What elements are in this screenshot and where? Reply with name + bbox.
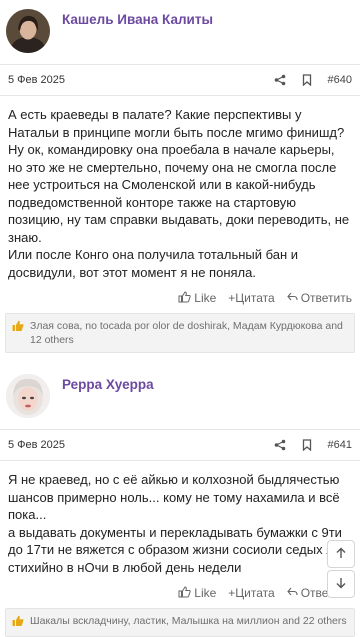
post: Кашель Ивана Калиты 5 Фев 2025 #640 А ес… [0,0,360,353]
quote-button[interactable]: +Цитата [228,291,274,305]
post-meta: 5 Фев 2025 #640 [0,64,360,96]
quote-button[interactable]: +Цитата [228,586,274,600]
post-meta: 5 Фев 2025 #641 [0,429,360,461]
post-actions: Like +Цитата Ответить [0,281,360,307]
post-number[interactable]: #641 [328,439,352,451]
reply-icon [286,291,298,305]
quote-label: +Цитата [228,586,275,600]
post-date[interactable]: 5 Фев 2025 [8,74,274,86]
arrow-up-icon [335,546,347,562]
post-paragraph: Ну ок, командировку она проебала в начал… [8,142,350,245]
reply-icon [286,586,298,600]
post-paragraph: Я не краевед, но с её айкью и колхозной … [8,472,340,522]
post-paragraph: Или после Конго она получила тотальный б… [8,247,299,280]
scroll-up-button[interactable] [327,540,355,568]
post-date[interactable]: 5 Фев 2025 [8,439,274,451]
post-body: А есть краеведы в палате? Какие перспект… [0,96,360,281]
like-label: Like [194,291,217,305]
post-paragraph: А есть краеведы в палате? Какие перспект… [8,107,345,140]
thumbs-up-icon [178,290,191,306]
like-button[interactable]: Like [178,585,217,601]
likes-text: Злая сова, no tocada por olor de doshira… [30,320,343,346]
likes-text: Шакалы вскладчину, ластик, Малышка на ми… [30,615,347,627]
reply-button[interactable]: Ответить [286,291,352,305]
share-icon[interactable] [274,439,286,451]
likes-summary[interactable]: Шакалы вскладчину, ластик, Малышка на ми… [5,608,355,637]
author-row: Рерра Хуерра [0,365,360,421]
thumbs-up-icon [12,320,24,336]
post-actions: Like +Цитата Ответить [0,576,360,602]
share-icon[interactable] [274,74,286,86]
post-divider [0,353,360,365]
post-body: Я не краевед, но с её айкью и колхозной … [0,461,360,576]
likes-summary[interactable]: Злая сова, no tocada por olor de doshira… [5,313,355,353]
bookmark-icon[interactable] [302,74,312,86]
post-paragraph: а выдавать документы и перекладывать бум… [8,524,348,575]
post-number[interactable]: #640 [328,74,352,86]
thumbs-up-icon [12,615,24,631]
thumbs-up-icon [178,585,191,601]
bookmark-icon[interactable] [302,439,312,451]
author-name[interactable]: Кашель Ивана Калиты [62,12,213,27]
author-name[interactable]: Рерра Хуерра [62,377,154,392]
arrow-down-icon [335,576,347,592]
avatar[interactable] [6,9,50,53]
author-row: Кашель Ивана Калиты [0,0,360,56]
avatar[interactable] [6,374,50,418]
post: Рерра Хуерра 5 Фев 2025 #641 Я не краеве… [0,365,360,637]
like-label: Like [194,586,217,600]
like-button[interactable]: Like [178,290,217,306]
reply-label: Ответить [300,291,352,305]
quote-label: +Цитата [228,291,275,305]
